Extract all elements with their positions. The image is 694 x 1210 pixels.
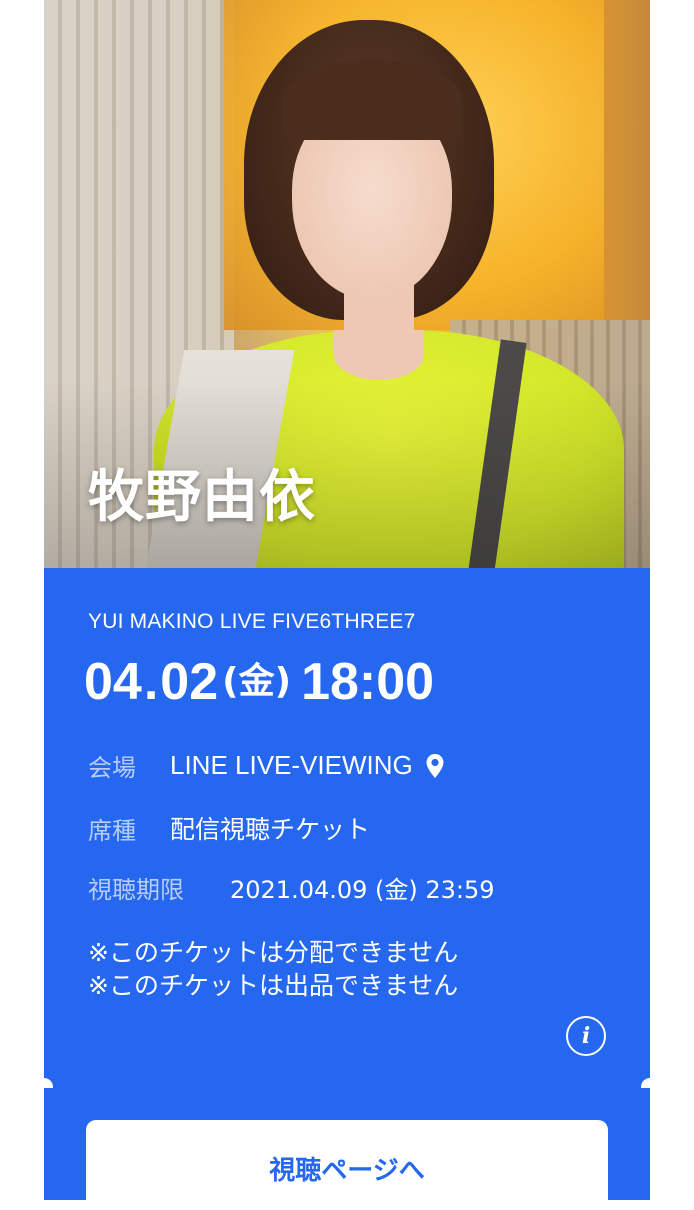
viewing-period-row: 視聴期限 2021.04.09 (金) 23:59	[88, 870, 495, 905]
map-pin-icon[interactable]	[425, 753, 445, 779]
event-month: 04	[84, 653, 142, 711]
seat-label: 席種	[88, 816, 136, 845]
viewing-period-value: 2021.04.09 (金) 23:59	[230, 876, 495, 904]
ticket-notes: ※このチケットは分配できません ※このチケットは出品できません	[88, 936, 458, 1002]
event-datetime: 04.02 (金) 18:00	[84, 652, 434, 712]
venue-value[interactable]: LINE LIVE-VIEWING	[170, 750, 413, 781]
event-day-of-week: (金)	[222, 661, 292, 702]
artist-name: 牧野由依	[88, 465, 316, 530]
note-no-distribution: ※このチケットは分配できません	[88, 938, 459, 967]
artist-photo: 牧野由依	[44, 0, 650, 568]
go-to-viewing-page-button[interactable]: 視聴ページへ	[86, 1120, 608, 1210]
ticket-footer: 視聴ページへ	[44, 1088, 650, 1210]
venue-row[interactable]: 会場 LINE LIVE-VIEWING	[88, 748, 445, 783]
note-no-resale: ※このチケットは出品できません	[88, 971, 459, 1000]
viewing-page-button-label: 視聴ページへ	[269, 1156, 425, 1186]
ticket-info-panel: YUI MAKINO LIVE FIVE6THREE7 04.02 (金) 18:0…	[44, 568, 650, 1088]
event-time: 18:00	[301, 653, 435, 711]
ticket-card: 牧野由依 YUI MAKINO LIVE FIVE6THREE7 04.02 (金…	[35, 0, 659, 1210]
info-icon[interactable]: i	[566, 1016, 606, 1056]
date-separator: .	[143, 653, 159, 711]
seat-value: 配信視聴チケット	[170, 815, 371, 844]
event-title: YUI MAKINO LIVE FIVE6THREE7	[88, 610, 416, 633]
event-day: 02	[160, 653, 219, 711]
viewing-period-label: 視聴期限	[88, 876, 184, 904]
seat-row: 席種 配信視聴チケット	[88, 810, 370, 846]
venue-label: 会場	[88, 754, 136, 782]
